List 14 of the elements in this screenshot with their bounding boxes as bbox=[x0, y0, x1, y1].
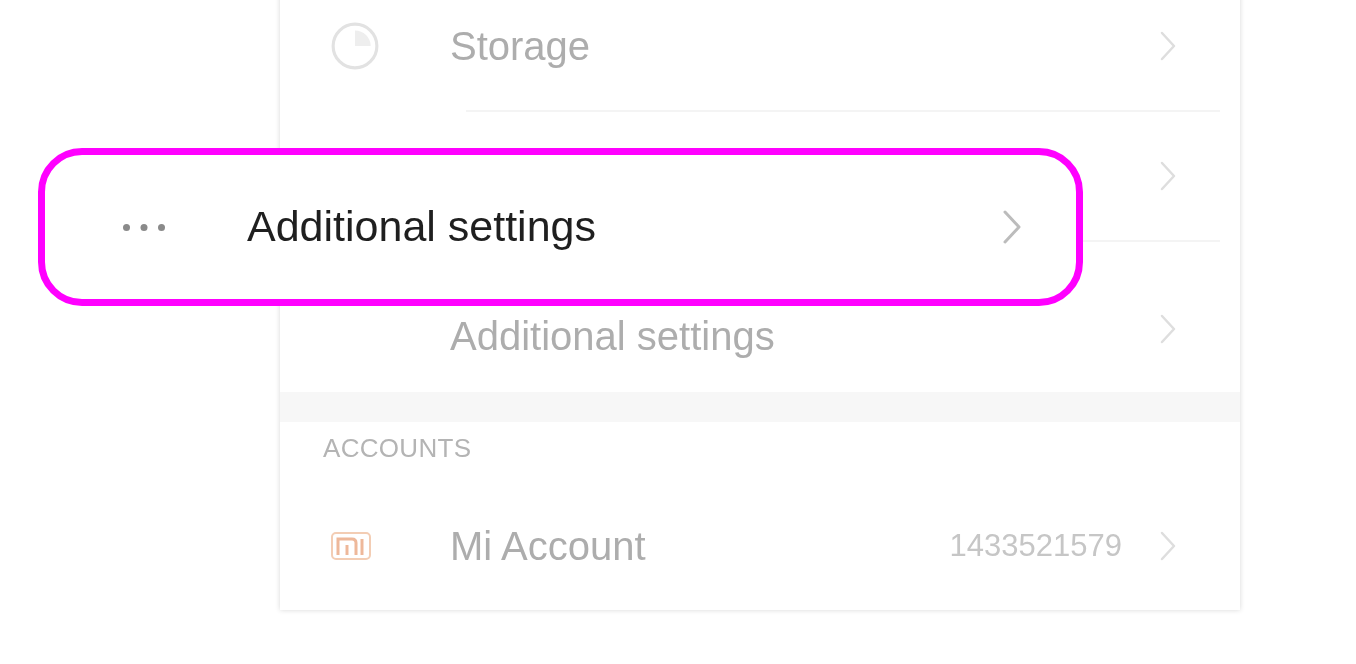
section-header: ACCOUNTS bbox=[323, 434, 472, 463]
chevron-right-icon bbox=[1160, 161, 1176, 191]
chevron-right-icon bbox=[1003, 210, 1021, 244]
menu-item[interactable]: Additional settings bbox=[247, 203, 596, 251]
ellipsis-icon bbox=[122, 222, 166, 232]
chevron-right-icon bbox=[1160, 31, 1176, 61]
chevron-right-icon bbox=[1160, 314, 1176, 344]
account-number: 1433521579 bbox=[949, 528, 1122, 564]
menu-item[interactable]: Mi Account bbox=[450, 524, 646, 568]
logo-icon bbox=[330, 531, 372, 561]
menu-item[interactable]: Storage bbox=[450, 24, 591, 68]
menu-item[interactable]: Additional settings bbox=[450, 314, 775, 358]
chevron-right-icon bbox=[1160, 531, 1176, 561]
pie-chart-icon bbox=[330, 21, 380, 71]
